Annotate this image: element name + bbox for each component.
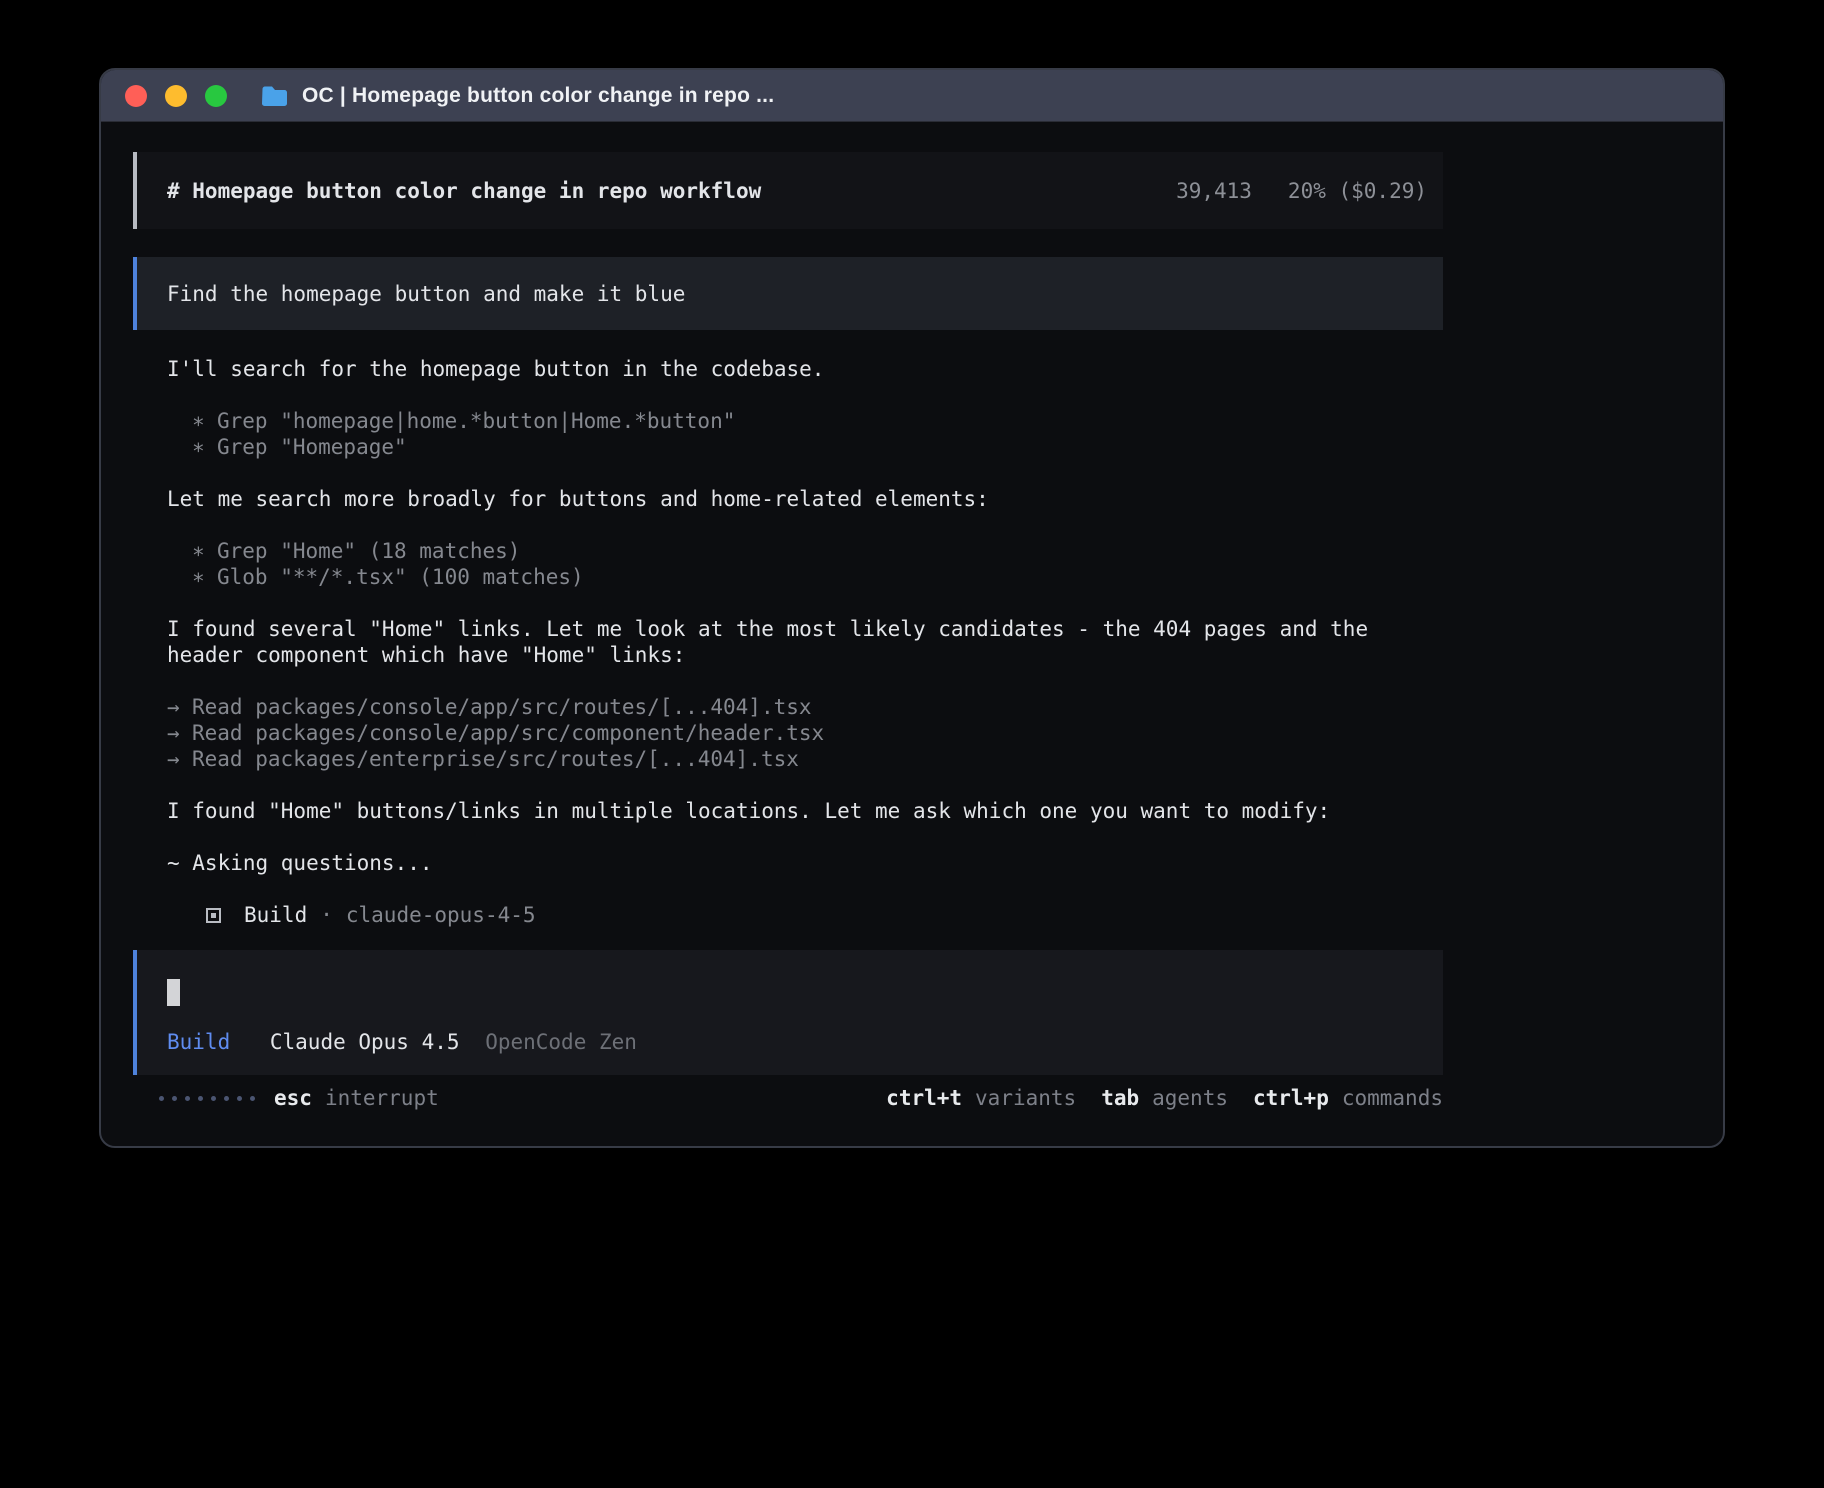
arrow-right-icon: → — [167, 720, 192, 746]
text-cursor — [167, 979, 180, 1006]
tool-call-read: →Read packages/console/app/src/routes/[.… — [167, 694, 1443, 720]
assistant-message: I found "Home" buttons/links in multiple… — [133, 798, 1443, 824]
context-usage: 20% ($0.29) — [1288, 178, 1427, 204]
tool-calls-group: ∗Grep "Home" (18 matches) ∗Glob "**/*.ts… — [133, 538, 1443, 590]
asterisk-icon: ∗ — [192, 408, 217, 434]
tool-calls-group: ∗Grep "homepage|home.*button|Home.*butto… — [133, 408, 1443, 460]
terminal-window: OC | Homepage button color change in rep… — [99, 68, 1725, 1148]
assistant-message: I'll search for the homepage button in t… — [133, 356, 1443, 382]
assistant-message: I found several "Home" links. Let me loo… — [133, 616, 1443, 668]
tool-call-glob: ∗Glob "**/*.tsx" (100 matches) — [192, 564, 1443, 590]
agent-name: Build — [244, 902, 307, 928]
tool-call-grep: ∗Grep "Homepage" — [192, 434, 1443, 460]
user-message: Find the homepage button and make it blu… — [133, 257, 1443, 330]
tool-call-read: →Read packages/console/app/src/component… — [167, 720, 1443, 746]
esc-key-label: esc — [274, 1086, 312, 1110]
token-count: 39,413 — [1176, 178, 1252, 204]
agent-status-line: Build · claude-opus-4-5 — [133, 902, 1443, 928]
tab-key-label: tab — [1101, 1086, 1139, 1110]
tool-call-text: Grep "Home" (18 matches) — [217, 539, 520, 563]
tool-call-grep: ∗Grep "Home" (18 matches) — [192, 538, 1443, 564]
user-message-text: Find the homepage button and make it blu… — [167, 281, 685, 307]
arrow-right-icon: → — [167, 694, 192, 720]
agent-mode-label[interactable]: Build — [167, 1030, 230, 1054]
model-bar: Build Claude Opus 4.5 OpenCode Zen — [167, 1029, 1427, 1055]
folder-icon — [261, 85, 289, 107]
provider-label: OpenCode Zen — [485, 1030, 637, 1054]
tool-call-text: Grep "homepage|home.*button|Home.*button… — [217, 409, 735, 433]
tool-call-text: Glob "**/*.tsx" (100 matches) — [217, 565, 584, 589]
arrow-right-icon: → — [167, 746, 192, 772]
traffic-lights — [125, 85, 245, 107]
tool-call-text: Read packages/console/app/src/component/… — [192, 721, 824, 745]
model-label[interactable]: Claude Opus 4.5 — [270, 1030, 460, 1054]
window-titlebar[interactable]: OC | Homepage button color change in rep… — [101, 70, 1723, 122]
prompt-input[interactable]: Build Claude Opus 4.5 OpenCode Zen — [133, 950, 1443, 1075]
variants-hint: ctrl+t variants — [886, 1085, 1076, 1111]
commands-hint: ctrl+p commands — [1253, 1085, 1443, 1111]
session-title: # Homepage button color change in repo w… — [167, 178, 761, 204]
zoom-window-button[interactable] — [205, 85, 227, 107]
asterisk-icon: ∗ — [192, 564, 217, 590]
agent-icon — [206, 908, 221, 923]
session-meta: 39,413 20% ($0.29) — [1176, 178, 1427, 204]
interrupt-hint: esc interrupt — [274, 1085, 439, 1111]
session-header: # Homepage button color change in repo w… — [133, 152, 1443, 229]
agent-model: claude-opus-4-5 — [346, 902, 536, 928]
asterisk-icon: ∗ — [192, 538, 217, 564]
working-status: ~ Asking questions... — [133, 850, 1443, 876]
tool-call-grep: ∗Grep "homepage|home.*button|Home.*butto… — [192, 408, 1443, 434]
status-bar: esc interrupt ctrl+t variants tab agents ct… — [133, 1085, 1443, 1111]
agents-label: agents — [1152, 1086, 1228, 1110]
minimize-window-button[interactable] — [165, 85, 187, 107]
window-title: OC | Homepage button color change in rep… — [302, 84, 774, 108]
variants-label: variants — [975, 1086, 1076, 1110]
tool-call-text: Grep "Homepage" — [217, 435, 407, 459]
tool-call-text: Read packages/console/app/src/routes/[..… — [192, 695, 812, 719]
commands-label: commands — [1342, 1086, 1443, 1110]
agent-separator: · — [320, 902, 333, 928]
ctrl-t-key-label: ctrl+t — [886, 1086, 962, 1110]
tool-call-read: →Read packages/enterprise/src/routes/[..… — [167, 746, 1443, 772]
terminal-content: # Homepage button color change in repo w… — [133, 152, 1443, 1111]
close-window-button[interactable] — [125, 85, 147, 107]
spinner-dots — [159, 1096, 255, 1101]
tool-call-text: Read packages/enterprise/src/routes/[...… — [192, 747, 799, 771]
agents-hint: tab agents — [1101, 1085, 1228, 1111]
asterisk-icon: ∗ — [192, 434, 217, 460]
assistant-message: Let me search more broadly for buttons a… — [133, 486, 1443, 512]
read-calls-group: →Read packages/console/app/src/routes/[.… — [133, 694, 1443, 772]
interrupt-label: interrupt — [325, 1086, 439, 1110]
ctrl-p-key-label: ctrl+p — [1253, 1086, 1329, 1110]
